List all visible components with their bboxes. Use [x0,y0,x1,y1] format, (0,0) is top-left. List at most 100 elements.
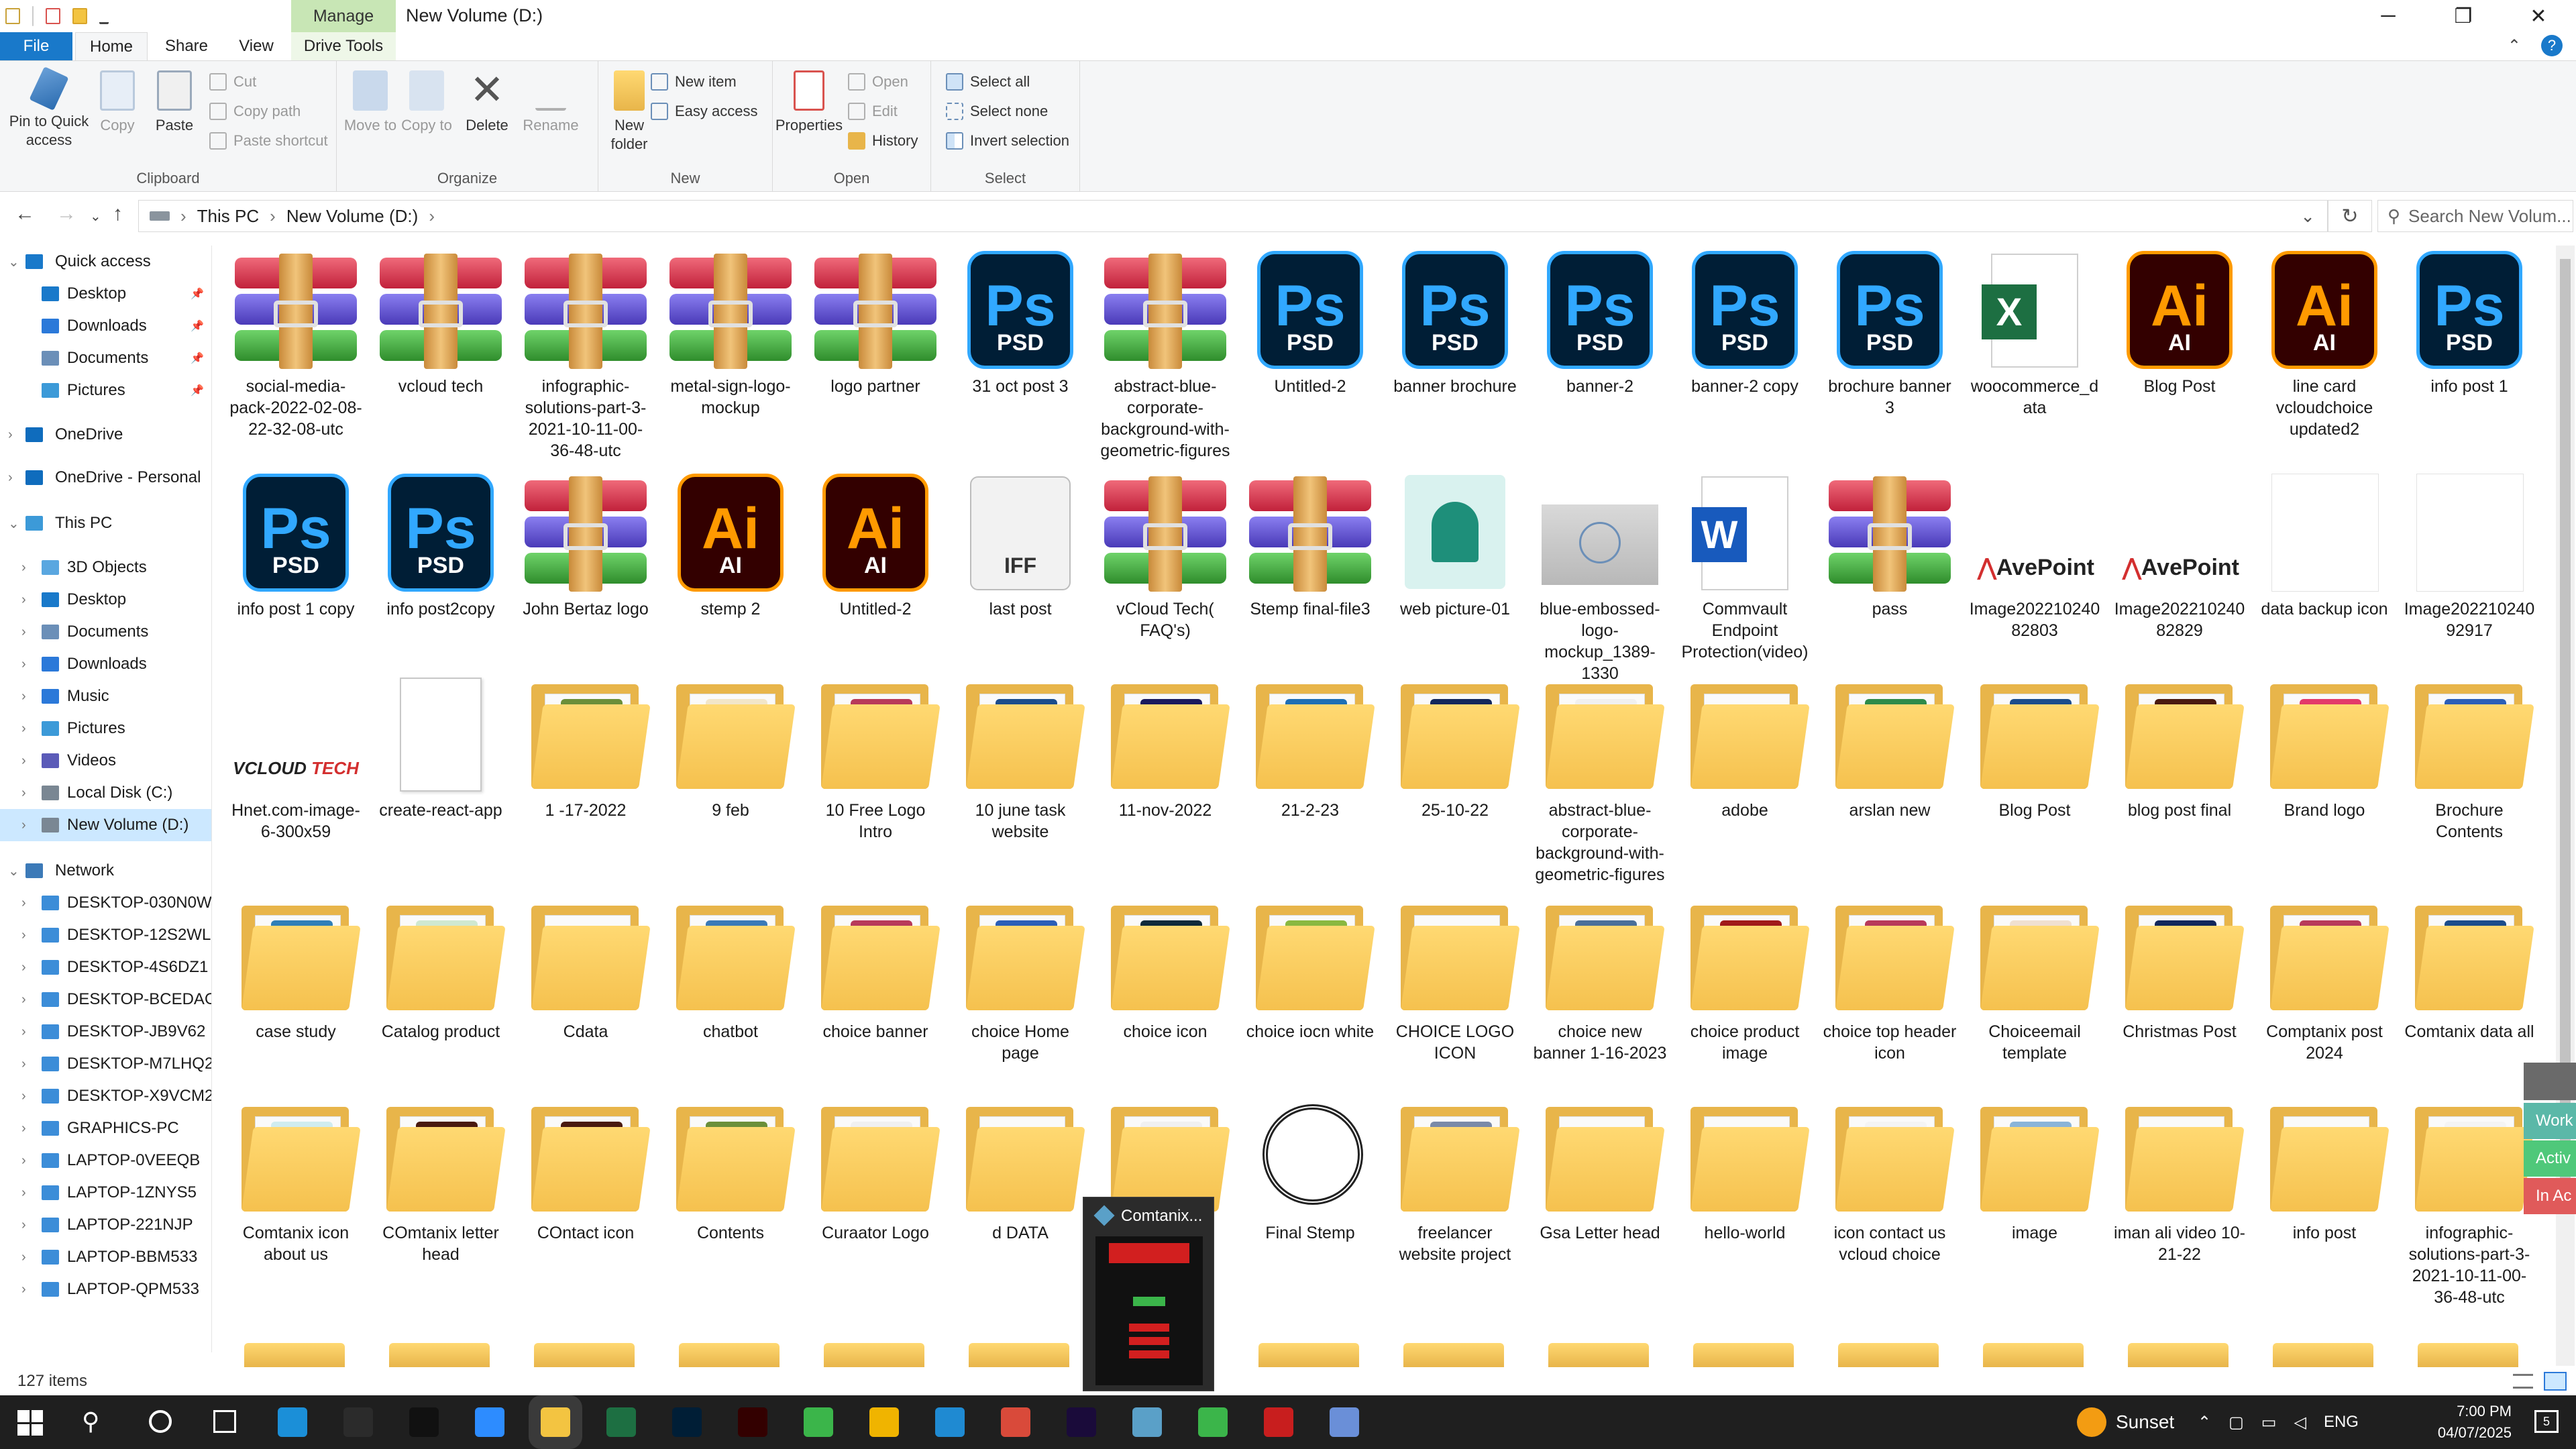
nav-item[interactable]: › New Volume (D:) [0,809,211,841]
file-item[interactable]: COmtanix letter head [370,1095,511,1265]
pin-icon[interactable]: 📌 [191,384,204,397]
file-item[interactable]: icon contact us vcloud choice [1819,1095,1960,1265]
maximize-button[interactable]: ❐ [2426,0,2501,32]
collapsed-chevron-icon[interactable]: › [21,625,26,640]
nav-item[interactable]: › LAPTOP-BBM533 [0,1241,211,1273]
file-item[interactable]: John Bertaz logo [515,471,656,620]
file-item-partial[interactable] [244,1343,345,1367]
nav-item[interactable]: › LAPTOP-QPM533 [0,1273,211,1305]
file-item[interactable]: Ai AI line card vcloudchoice updated2 [2254,248,2395,440]
search-box[interactable]: ⚲ Search New Volum... [2377,200,2573,232]
excel-icon[interactable] [606,1407,636,1437]
nav-item[interactable]: › DESKTOP-4S6DZ1 [0,951,211,983]
file-item[interactable]: Ps PSD info post 1 copy [225,471,366,620]
file-item[interactable]: Blog Post [1964,672,2105,821]
nav-item[interactable]: ⌄ Network [0,855,211,887]
file-item[interactable]: freelancer website project [1385,1095,1525,1265]
file-item[interactable]: metal-sign-logo-mockup [660,248,801,419]
tab-home[interactable]: Home [75,32,148,60]
nav-item[interactable]: › Videos [0,745,211,777]
breadcrumb-this-pc[interactable]: This PC [197,206,259,227]
file-item[interactable]: Ps PSD info post2copy [370,471,511,620]
manage-tab-header[interactable]: Manage [291,0,396,32]
photoshop-icon[interactable] [672,1407,702,1437]
file-item-partial[interactable] [1693,1343,1794,1367]
nav-item[interactable]: › 3D Objects [0,551,211,584]
nav-item[interactable]: › Pictures [0,712,211,745]
cut-button[interactable]: Cut [209,70,256,93]
recent-locations-icon[interactable]: ⌄ [90,208,101,225]
nav-item[interactable]: › OneDrive [0,419,211,451]
file-item[interactable]: Contents [660,1095,801,1244]
file-item[interactable]: 10 Free Logo Intro [805,672,946,843]
file-item[interactable]: pass [1819,471,1960,620]
terminal-icon[interactable] [409,1407,439,1437]
file-item[interactable]: Ai AI stemp 2 [660,471,801,620]
cortana-icon[interactable] [149,1410,172,1433]
premiere-icon[interactable] [1067,1407,1096,1437]
file-item-partial[interactable] [2273,1343,2373,1367]
file-item[interactable]: choice icon [1095,894,1236,1042]
file-item[interactable]: data backup icon [2254,471,2395,620]
file-item[interactable]: web picture-01 [1385,471,1525,620]
nav-item[interactable]: Desktop 📌 [0,278,211,310]
paste-button[interactable]: Paste [149,70,200,135]
paste-shortcut-button[interactable]: Paste shortcut [209,129,328,152]
nav-item[interactable]: Pictures 📌 [0,374,211,407]
tab-view[interactable]: View [225,32,287,60]
collapsed-chevron-icon[interactable]: › [21,928,26,943]
customize-qat-icon[interactable] [99,8,109,24]
details-view-icon[interactable] [2513,1374,2533,1389]
close-button[interactable]: ✕ [2501,0,2576,32]
pen-icon[interactable] [343,1407,373,1437]
up-arrow-icon[interactable]: ↑ [113,203,123,225]
file-item[interactable]: VCLOUD TECH Hnet.com-image-6-300x59 [225,672,366,843]
tab-share[interactable]: Share [153,32,220,60]
file-item[interactable]: abstract-blue-corporate-background-with-… [1095,248,1236,462]
chrome-profile-icon[interactable] [1001,1407,1030,1437]
nav-item[interactable]: Downloads 📌 [0,310,211,342]
file-item[interactable]: Image20221024092917 [2399,471,2540,641]
nav-item[interactable]: › DESKTOP-X9VCM2 [0,1080,211,1112]
weather-label[interactable]: Sunset [2116,1411,2174,1433]
invert-selection-button[interactable]: Invert selection [946,129,1069,152]
properties-quick-icon[interactable] [5,8,20,24]
file-item[interactable]: choice iocn white [1240,894,1381,1042]
nav-item[interactable]: › LAPTOP-0VEEQB [0,1144,211,1177]
file-item[interactable]: choice top header icon [1819,894,1960,1064]
nav-item[interactable]: › Downloads [0,648,211,680]
file-item[interactable]: vCloud Tech( FAQ's) [1095,471,1236,641]
file-item[interactable]: case study [225,894,366,1042]
file-item[interactable]: choice Home page [950,894,1091,1064]
file-item-partial[interactable] [2128,1343,2229,1367]
tab-drive-tools[interactable]: Drive Tools [291,32,396,60]
file-item[interactable]: chatbot [660,894,801,1042]
start-button[interactable] [17,1410,43,1436]
file-item[interactable]: hello-world [1674,1095,1815,1244]
file-item-partial[interactable] [534,1343,635,1367]
collapsed-chevron-icon[interactable]: › [21,753,26,769]
copy-to-button[interactable]: Copy to [401,70,452,135]
move-to-button[interactable]: Move to [343,70,397,135]
file-item[interactable]: Ps PSD Untitled-2 [1240,248,1381,397]
file-item-partial[interactable] [1983,1343,2084,1367]
file-item-partial[interactable] [1403,1343,1504,1367]
file-explorer-icon[interactable] [541,1407,570,1437]
cloud-app-icon[interactable] [1330,1407,1359,1437]
file-item[interactable]: Xwoocommerce_data [1964,248,2105,419]
file-item[interactable]: social-media-pack-2022-02-08-22-32-08-ut… [225,248,366,440]
file-item[interactable]: Ps PSD brochure banner 3 [1819,248,1960,419]
tab-file[interactable]: File [0,32,72,60]
chrome-icon[interactable] [869,1407,899,1437]
collapsed-chevron-icon[interactable]: › [21,560,26,576]
nav-item[interactable]: › OneDrive - Personal [0,462,211,494]
breadcrumb-new-volume[interactable]: New Volume (D:) [286,206,419,227]
back-arrow-icon[interactable]: ← [15,203,35,225]
file-item[interactable]: IFF last post [950,471,1091,620]
file-item[interactable]: logo partner [805,248,946,397]
file-item-partial[interactable] [1838,1343,1939,1367]
file-item[interactable]: Curaator Logo [805,1095,946,1244]
nav-item[interactable]: › Documents [0,616,211,648]
file-item[interactable]: ⋀AvePoint Image20221024082829 [2109,471,2250,641]
file-item[interactable]: CHOICE LOGO ICON [1385,894,1525,1064]
